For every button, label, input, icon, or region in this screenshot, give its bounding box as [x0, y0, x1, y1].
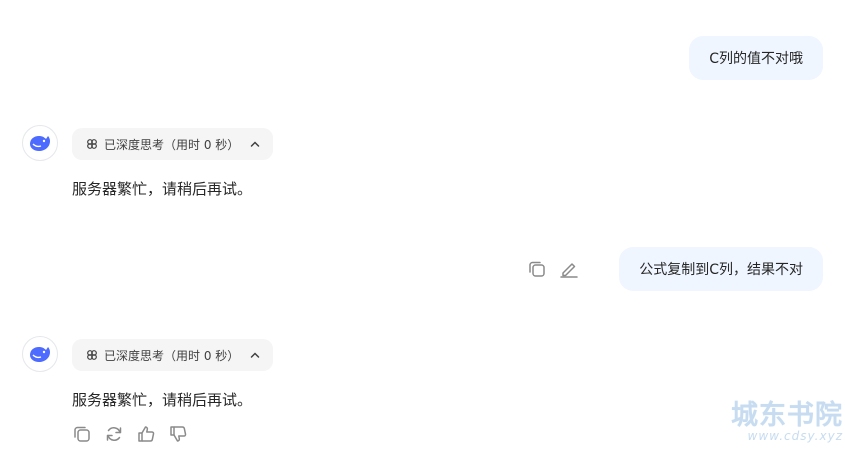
user-message-text: C列的值不对哦	[709, 51, 803, 67]
whale-logo-icon	[30, 347, 50, 362]
assistant-avatar	[22, 125, 58, 161]
user-message-bubble: 公式复制到C列，结果不对	[619, 247, 823, 291]
edit-button[interactable]	[558, 258, 580, 280]
thinking-label: 已深度思考（用时 0 秒）	[104, 137, 240, 152]
chevron-up-icon	[249, 349, 261, 361]
watermark: 城东书院 www.cdsy.xyz	[715, 400, 845, 450]
assistant-message-text: 服务器繁忙，请稍后再试。	[72, 391, 253, 409]
watermark-title: 城东书院	[731, 400, 843, 431]
thinking-toggle[interactable]: 已深度思考（用时 0 秒）	[72, 339, 274, 371]
copy-button[interactable]	[71, 423, 93, 445]
user-message-bubble: C列的值不对哦	[689, 36, 823, 80]
thumbs-down-button[interactable]	[167, 423, 189, 445]
thinking-icon	[86, 138, 98, 150]
thinking-icon	[86, 349, 98, 361]
thumbs-up-button[interactable]	[135, 423, 157, 445]
regenerate-button[interactable]	[103, 423, 125, 445]
thinking-toggle[interactable]: 已深度思考（用时 0 秒）	[72, 128, 274, 160]
thinking-label: 已深度思考（用时 0 秒）	[104, 348, 240, 363]
thumbs-down-icon	[170, 426, 187, 442]
copy-button[interactable]	[526, 258, 548, 280]
assistant-avatar	[22, 336, 58, 372]
whale-logo-icon	[30, 136, 50, 151]
user-message-actions	[526, 258, 580, 280]
chevron-up-icon	[249, 138, 261, 150]
copy-icon	[74, 426, 90, 442]
edit-icon	[560, 263, 578, 278]
regenerate-icon	[106, 427, 122, 441]
copy-icon	[529, 261, 545, 277]
assistant-message-actions	[71, 423, 189, 445]
assistant-message-text: 服务器繁忙，请稍后再试。	[72, 180, 253, 198]
user-message-text: 公式复制到C列，结果不对	[639, 262, 803, 278]
thumbs-up-icon	[138, 426, 155, 442]
